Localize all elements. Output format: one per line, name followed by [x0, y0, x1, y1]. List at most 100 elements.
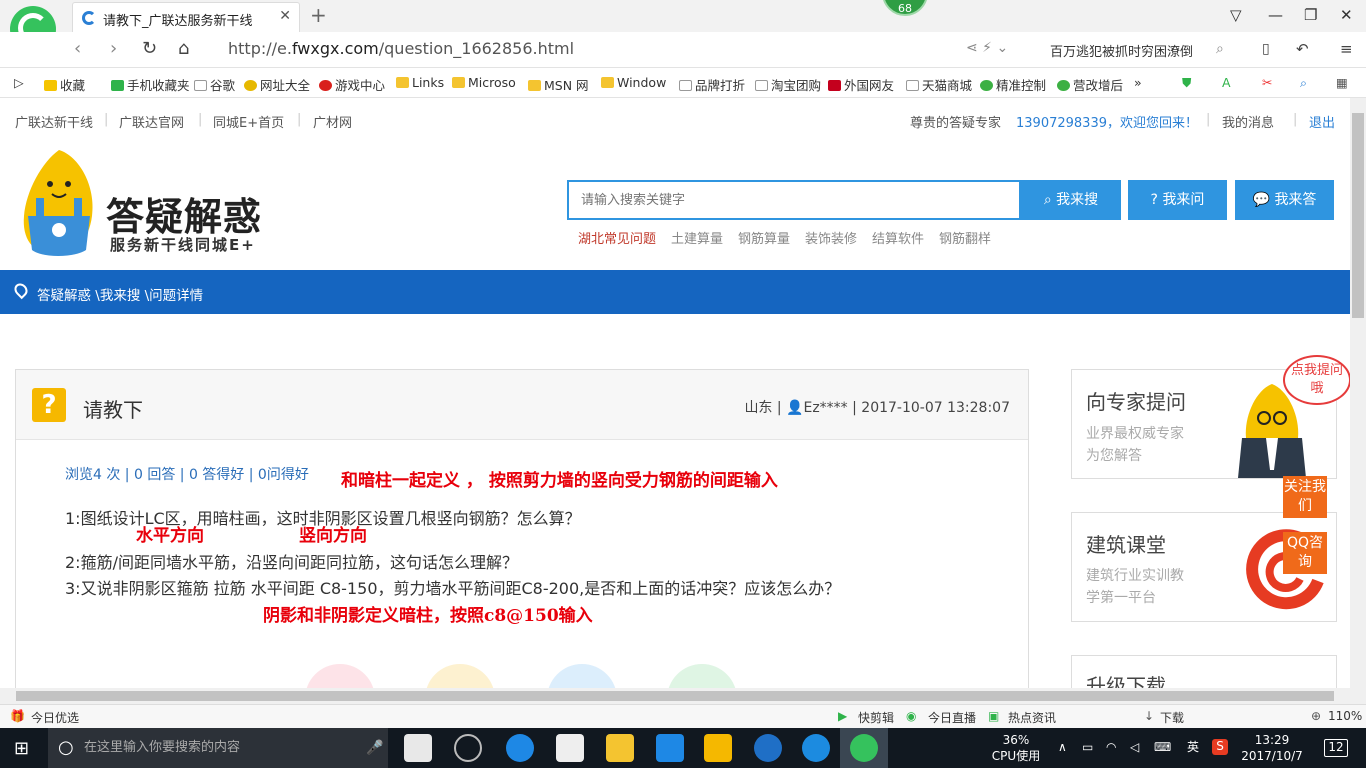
browser-tab[interactable]: 请教下_广联达服务新干线 ✕: [72, 2, 300, 32]
wifi-icon[interactable]: ◠: [1106, 740, 1116, 755]
minimize-icon[interactable]: —: [1268, 6, 1283, 24]
zoom-icon: ⊕: [1311, 709, 1322, 723]
bookmark-item[interactable]: 网址大全: [244, 75, 310, 94]
my-messages-link[interactable]: 我的消息: [1222, 112, 1274, 131]
search-icon[interactable]: ⌕: [1216, 41, 1224, 57]
bookmark-item[interactable]: 精准控制: [980, 75, 1046, 94]
keyboard-icon[interactable]: ⌨: [1154, 740, 1171, 755]
back-icon[interactable]: ‹: [74, 38, 81, 59]
hot-word-link[interactable]: 钢筋算量: [738, 228, 790, 247]
bookmark-item[interactable]: 收藏: [44, 75, 85, 94]
new-tab-icon[interactable]: +: [310, 3, 327, 27]
app-icon[interactable]: [802, 734, 830, 762]
search-button[interactable]: ⌕ 我来搜: [1021, 180, 1121, 220]
bookmark-item[interactable]: Links: [396, 75, 444, 90]
bookmark-item[interactable]: 游戏中心: [319, 75, 385, 94]
horizontal-scroll-thumb[interactable]: [16, 691, 1334, 701]
url-field[interactable]: http://e.fwxgx.com/question_1662856.html: [228, 39, 574, 58]
hot-search-text[interactable]: 百万逃犯被抓时穷困潦倒: [1050, 41, 1193, 60]
magnifier-icon[interactable]: ⌕: [1300, 75, 1307, 91]
vertical-scroll-thumb[interactable]: [1352, 113, 1364, 318]
bookmark-item[interactable]: 淘宝团购: [755, 75, 821, 94]
clock-time[interactable]: 13:29: [1240, 733, 1304, 748]
shield-icon[interactable]: ⛊: [1182, 75, 1191, 91]
bookmark-item[interactable]: 手机收藏夹: [111, 75, 190, 94]
top-link[interactable]: 广材网: [313, 112, 352, 131]
ask-button[interactable]: ? 我来问: [1128, 180, 1227, 220]
question-mark-icon: ?: [32, 388, 66, 422]
notification-count[interactable]: 12: [1324, 739, 1348, 757]
ie-icon[interactable]: [754, 734, 782, 762]
volume-icon[interactable]: ◁: [1130, 740, 1139, 755]
reload-icon[interactable]: ↻: [142, 38, 157, 59]
app-icon[interactable]: [656, 734, 684, 762]
top-link[interactable]: 广联达官网: [119, 112, 184, 131]
video-edit-icon: ▶: [838, 709, 848, 723]
forward-icon[interactable]: ›: [110, 38, 117, 59]
app-icon[interactable]: [404, 734, 432, 762]
notification-badge[interactable]: 68: [882, 0, 928, 16]
grid-icon[interactable]: ▦: [1336, 75, 1348, 90]
microphone-icon[interactable]: 🎤: [366, 728, 383, 768]
status-item[interactable]: 今日直播: [928, 709, 976, 726]
hot-word-link[interactable]: 钢筋翻样: [939, 228, 991, 247]
answer-button[interactable]: 💬 我来答: [1235, 180, 1334, 220]
welcome-user[interactable]: 13907298339，欢迎您回来！: [1016, 112, 1198, 131]
scissors-icon[interactable]: ✂: [1262, 75, 1272, 90]
bookmark-item[interactable]: Microso: [452, 75, 516, 90]
hot-word-link[interactable]: 土建算量: [671, 228, 723, 247]
logout-link[interactable]: 退出: [1309, 112, 1335, 131]
taskbar-search[interactable]: ○ 在这里输入你要搜索的内容 🎤: [48, 728, 388, 768]
search-input[interactable]: [569, 182, 999, 218]
hot-word-link[interactable]: 湖北常见问题: [578, 228, 656, 247]
status-item[interactable]: 快剪辑: [858, 709, 894, 726]
more-bookmarks-icon[interactable]: »: [1134, 75, 1142, 90]
top-link[interactable]: 同城E+首页: [213, 112, 284, 131]
hot-word-link[interactable]: 结算软件: [872, 228, 924, 247]
undo-icon[interactable]: ↶: [1296, 40, 1309, 58]
bookmark-item[interactable]: 营改增后: [1057, 75, 1123, 94]
share-icon[interactable]: ⋖ ⚡ ⌄: [966, 40, 1008, 56]
bookmark-item[interactable]: 天猫商城: [906, 75, 972, 94]
file-explorer-icon[interactable]: [606, 734, 634, 762]
home-icon[interactable]: ⌂: [178, 38, 189, 59]
store-icon[interactable]: [556, 734, 584, 762]
clock-date[interactable]: 2017/10/7: [1240, 749, 1304, 764]
bookmark-item[interactable]: 谷歌: [194, 75, 235, 94]
status-item[interactable]: 下载: [1160, 709, 1184, 726]
breadcrumb[interactable]: 答疑解惑 \我来搜 \问题详情: [37, 284, 203, 304]
mobile-icon[interactable]: ▯: [1262, 41, 1270, 57]
bookmark-item[interactable]: Window: [601, 75, 666, 90]
shirt-skin-icon[interactable]: ▽: [1230, 6, 1242, 24]
ime-indicator[interactable]: 英: [1187, 740, 1199, 755]
windows-start-icon[interactable]: ⊞: [14, 738, 29, 759]
bookmark-item[interactable]: 外国网友: [828, 75, 894, 94]
battery-icon[interactable]: ▭: [1082, 740, 1093, 755]
translate-icon[interactable]: A: [1222, 75, 1231, 90]
top-link[interactable]: 广联达新干线: [15, 112, 93, 131]
bookmark-item[interactable]: 品牌打折: [679, 75, 745, 94]
sogou-icon[interactable]: S: [1212, 739, 1228, 755]
search-box[interactable]: [567, 180, 1021, 220]
bookmark-item[interactable]: MSN 网: [528, 75, 589, 94]
ask-bubble[interactable]: 点我提问哦: [1283, 355, 1350, 405]
edge-icon[interactable]: [506, 734, 534, 762]
active-app-highlight[interactable]: [840, 728, 888, 768]
hot-word-link[interactable]: 装饰装修: [805, 228, 857, 247]
status-item[interactable]: 热点资讯: [1008, 709, 1056, 726]
tab-close-icon[interactable]: ✕: [279, 8, 291, 24]
notes-icon[interactable]: [704, 734, 732, 762]
zoom-level[interactable]: 110%: [1328, 709, 1362, 723]
window-close-icon[interactable]: ✕: [1340, 6, 1353, 24]
qq-consult-button[interactable]: QQ咨询: [1283, 532, 1327, 574]
app-icon[interactable]: [454, 734, 482, 762]
menu-icon[interactable]: ≡: [1340, 40, 1353, 58]
follow-us-button[interactable]: 关注我们: [1283, 476, 1327, 518]
sidebar-toggle-icon[interactable]: ▷: [14, 75, 24, 90]
site-brand[interactable]: 答疑解惑: [106, 186, 262, 241]
mascot-logo-icon[interactable]: [14, 146, 104, 260]
status-today-pick[interactable]: 今日优选: [31, 709, 79, 726]
maximize-icon[interactable]: ❐: [1304, 6, 1317, 24]
tray-up-icon[interactable]: ∧: [1058, 740, 1067, 755]
upgrade-download-card[interactable]: 升级下载: [1071, 655, 1337, 688]
